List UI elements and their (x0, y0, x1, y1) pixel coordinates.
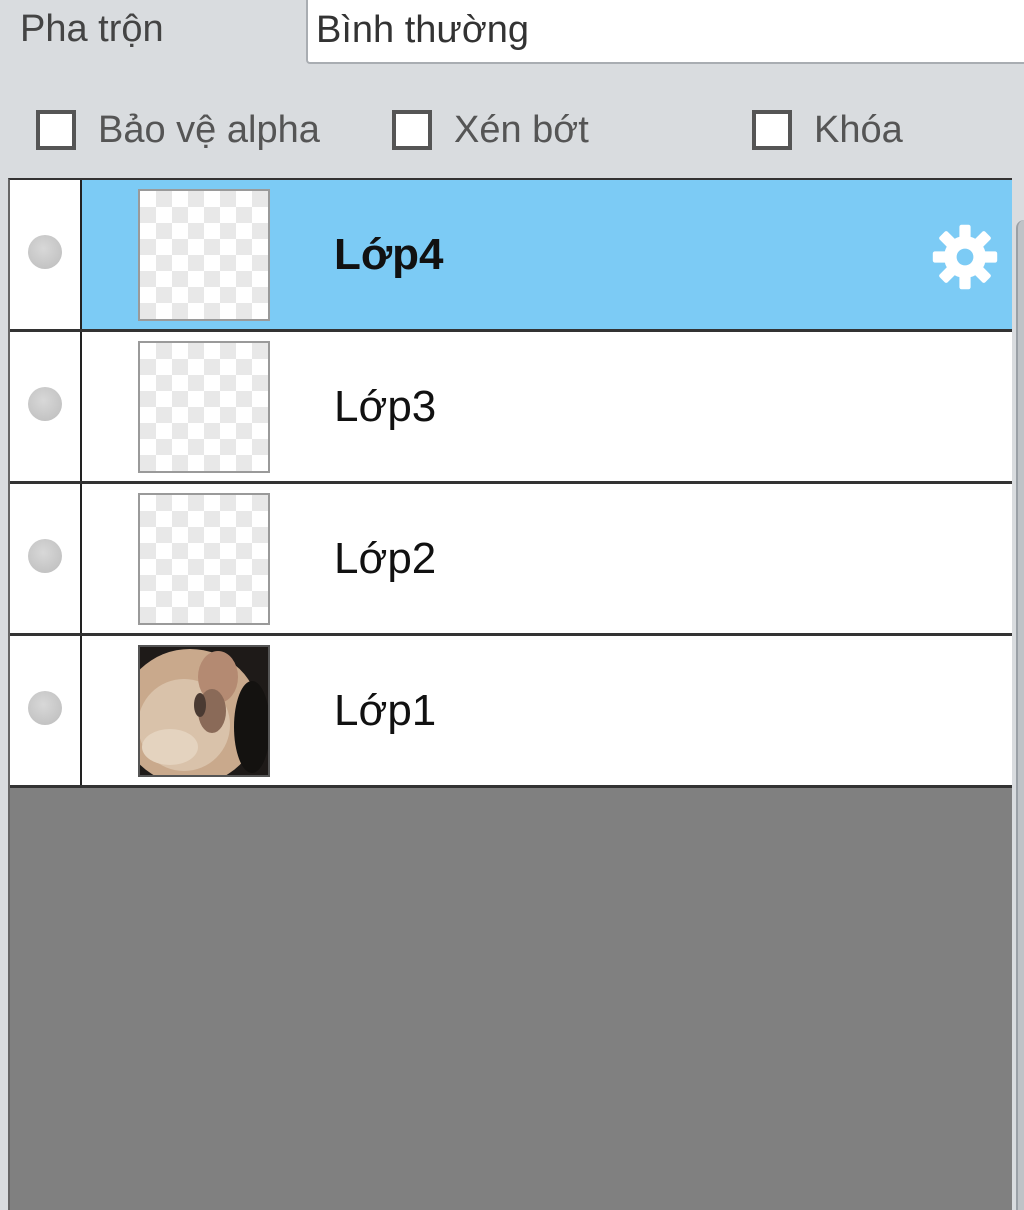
layer-name: Lớp1 (334, 686, 437, 735)
layer-list: Lớp4 Lớp3 Lớp2 Lớp1 (8, 178, 1012, 1210)
layer-thumbnail (138, 493, 270, 625)
layers-panel: Pha trộn Bình thường Bảo vệ alpha Xén bớ… (0, 0, 1024, 1210)
layer-row-body[interactable]: Lớp1 (82, 636, 1012, 785)
layer-row-body[interactable]: Lớp4 (82, 180, 1012, 329)
layer-row[interactable]: Lớp1 (10, 636, 1012, 788)
lock-box[interactable] (752, 110, 792, 150)
clip-box[interactable] (392, 110, 432, 150)
lock-checkbox[interactable]: Khóa (752, 103, 903, 157)
layer-row[interactable]: Lớp3 (10, 332, 1012, 484)
layer-row-body[interactable]: Lớp3 (82, 332, 1012, 481)
visibility-toggle[interactable] (10, 636, 82, 785)
photo-thumbnail-image (140, 647, 268, 775)
layer-row[interactable]: Lớp4 (10, 180, 1012, 332)
visibility-toggle[interactable] (10, 180, 82, 329)
layer-name: Lớp4 (334, 230, 444, 279)
blend-mode-label: Pha trộn (20, 8, 164, 50)
visibility-dot-icon[interactable] (28, 235, 62, 269)
lock-label: Khóa (814, 108, 903, 151)
visibility-toggle[interactable] (10, 332, 82, 481)
blend-mode-select[interactable]: Bình thường (306, 0, 1024, 64)
layer-name: Lớp3 (334, 382, 437, 431)
gear-icon[interactable] (930, 222, 1000, 292)
protect-alpha-box[interactable] (36, 110, 76, 150)
layer-thumbnail (138, 341, 270, 473)
clip-checkbox[interactable]: Xén bớt (392, 103, 589, 157)
layer-name: Lớp2 (334, 534, 437, 583)
layer-row[interactable]: Lớp2 (10, 484, 1012, 636)
visibility-dot-icon[interactable] (28, 691, 62, 725)
protect-alpha-checkbox[interactable]: Bảo vệ alpha (36, 103, 320, 157)
visibility-toggle[interactable] (10, 484, 82, 633)
layer-thumbnail-photo (138, 645, 270, 777)
protect-alpha-label: Bảo vệ alpha (98, 108, 320, 151)
clip-label: Xén bớt (454, 108, 589, 151)
visibility-dot-icon[interactable] (28, 539, 62, 573)
scrollbar[interactable] (1016, 220, 1024, 1210)
layer-row-body[interactable]: Lớp2 (82, 484, 1012, 633)
layer-thumbnail (138, 189, 270, 321)
visibility-dot-icon[interactable] (28, 387, 62, 421)
